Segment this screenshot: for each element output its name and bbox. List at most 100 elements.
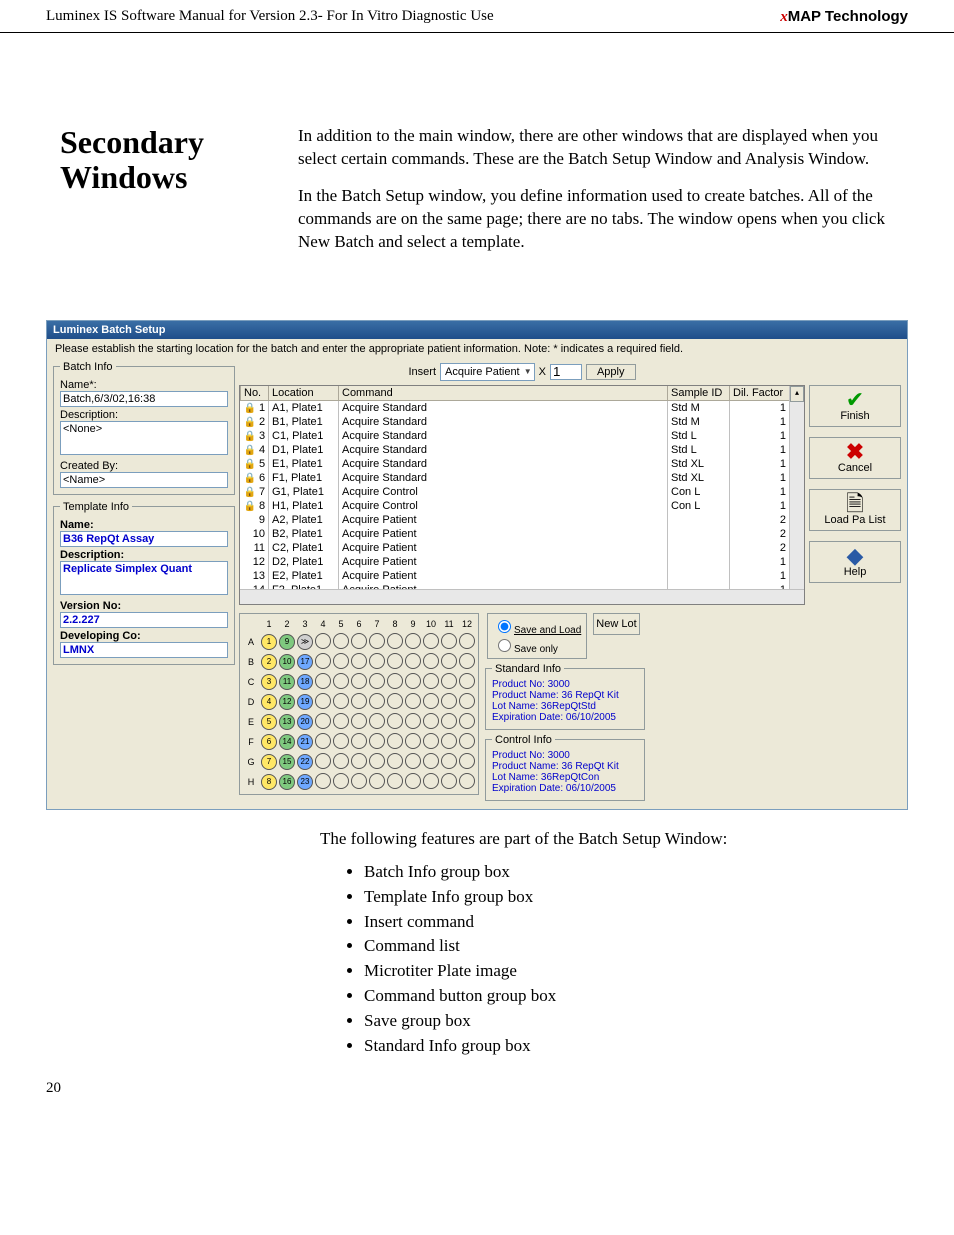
plate-well[interactable] — [369, 693, 385, 709]
plate-well[interactable] — [333, 733, 349, 749]
plate-well[interactable] — [387, 653, 403, 669]
plate-well[interactable] — [459, 633, 475, 649]
tmpl-version-field[interactable] — [60, 612, 228, 628]
plate-well[interactable]: 5 — [261, 714, 277, 730]
table-row[interactable]: 🔒 6F1, Plate1Acquire StandardStd XL1 — [241, 471, 790, 485]
plate-well[interactable] — [333, 773, 349, 789]
plate-well[interactable] — [315, 693, 331, 709]
plate-well[interactable] — [387, 633, 403, 649]
plate-well[interactable] — [405, 733, 421, 749]
table-row[interactable]: 10B2, Plate1Acquire Patient2 — [241, 527, 790, 541]
save-only-radio[interactable]: Save only — [493, 636, 581, 655]
plate-well[interactable] — [423, 633, 439, 649]
plate-well[interactable] — [441, 673, 457, 689]
plate-well[interactable] — [459, 733, 475, 749]
plate-well[interactable]: 17 — [297, 654, 313, 670]
new-lot-button[interactable]: New Lot — [593, 613, 639, 635]
plate-well[interactable]: 12 — [279, 694, 295, 710]
vertical-scrollbar[interactable]: ▴ — [789, 386, 804, 590]
plate-well[interactable] — [441, 713, 457, 729]
plate-well[interactable]: 1 — [261, 634, 277, 650]
plate-well[interactable] — [333, 653, 349, 669]
plate-well[interactable] — [315, 653, 331, 669]
plate-well[interactable] — [369, 713, 385, 729]
plate-well[interactable] — [351, 673, 367, 689]
plate-well[interactable] — [351, 653, 367, 669]
plate-well[interactable] — [333, 633, 349, 649]
plate-well[interactable] — [387, 673, 403, 689]
plate-well[interactable] — [459, 653, 475, 669]
plate-well[interactable] — [423, 713, 439, 729]
plate-well[interactable] — [351, 633, 367, 649]
tmpl-devco-field[interactable] — [60, 642, 228, 658]
table-row[interactable]: 🔒 2B1, Plate1Acquire StandardStd M1 — [241, 415, 790, 429]
plate-well[interactable] — [315, 713, 331, 729]
cancel-button[interactable]: ✖ Cancel — [809, 437, 901, 479]
plate-well[interactable] — [405, 653, 421, 669]
plate-well[interactable] — [423, 773, 439, 789]
plate-well[interactable] — [369, 673, 385, 689]
plate-well[interactable] — [333, 713, 349, 729]
tmpl-desc-field[interactable]: Replicate Simplex Quant — [60, 561, 228, 595]
plate-well[interactable]: ≫ — [297, 634, 313, 650]
plate-well[interactable] — [405, 773, 421, 789]
plate-well[interactable] — [441, 753, 457, 769]
plate-well[interactable]: 7 — [261, 754, 277, 770]
plate-well[interactable] — [459, 673, 475, 689]
plate-well[interactable] — [315, 673, 331, 689]
plate-well[interactable] — [423, 753, 439, 769]
plate-well[interactable]: 4 — [261, 694, 277, 710]
plate-well[interactable] — [459, 753, 475, 769]
plate-well[interactable]: 18 — [297, 674, 313, 690]
plate-well[interactable] — [441, 693, 457, 709]
plate-well[interactable]: 21 — [297, 734, 313, 750]
table-row[interactable]: 🔒 4D1, Plate1Acquire StandardStd L1 — [241, 443, 790, 457]
apply-button[interactable]: Apply — [586, 364, 636, 380]
createdby-field[interactable] — [60, 472, 228, 488]
plate-well[interactable] — [441, 633, 457, 649]
window-titlebar[interactable]: Luminex Batch Setup — [47, 321, 907, 339]
table-row[interactable]: 🔒 8H1, Plate1Acquire ControlCon L1 — [241, 499, 790, 513]
finish-button[interactable]: ✔ Finish — [809, 385, 901, 427]
microtiter-plate[interactable]: 123456789101112A19≫B21017C31118D41219E51… — [239, 613, 479, 795]
plate-well[interactable] — [423, 673, 439, 689]
plate-well[interactable]: 15 — [279, 754, 295, 770]
load-pa-list-button[interactable]: 🗎 Load Pa List — [809, 489, 901, 531]
plate-well[interactable] — [423, 693, 439, 709]
plate-well[interactable] — [369, 653, 385, 669]
plate-well[interactable] — [351, 733, 367, 749]
plate-well[interactable] — [459, 693, 475, 709]
desc-field[interactable]: <None> — [60, 421, 228, 455]
plate-well[interactable]: 13 — [279, 714, 295, 730]
plate-well[interactable] — [423, 653, 439, 669]
plate-well[interactable]: 2 — [261, 654, 277, 670]
plate-well[interactable] — [369, 633, 385, 649]
command-list-grid[interactable]: No. Location Command Sample ID Dil. Fact… — [239, 385, 805, 605]
plate-well[interactable] — [405, 693, 421, 709]
plate-well[interactable] — [459, 773, 475, 789]
plate-well[interactable] — [369, 773, 385, 789]
plate-well[interactable] — [441, 733, 457, 749]
table-row[interactable]: 🔒 1A1, Plate1Acquire StandardStd M1 — [241, 400, 790, 415]
plate-well[interactable]: 8 — [261, 774, 277, 790]
plate-well[interactable] — [315, 773, 331, 789]
insert-combo[interactable]: Acquire Patient — [440, 363, 535, 381]
table-row[interactable]: 13E2, Plate1Acquire Patient1 — [241, 569, 790, 583]
plate-well[interactable]: 3 — [261, 674, 277, 690]
x-field[interactable] — [550, 364, 582, 380]
plate-well[interactable]: 14 — [279, 734, 295, 750]
col-dil[interactable]: Dil. Factor — [730, 386, 790, 401]
plate-well[interactable] — [459, 713, 475, 729]
plate-well[interactable]: 6 — [261, 734, 277, 750]
plate-well[interactable] — [387, 773, 403, 789]
plate-well[interactable] — [405, 673, 421, 689]
plate-well[interactable] — [351, 713, 367, 729]
plate-well[interactable] — [387, 693, 403, 709]
help-button[interactable]: ◆ Help — [809, 541, 901, 583]
plate-well[interactable]: 16 — [279, 774, 295, 790]
name-field[interactable] — [60, 391, 228, 407]
table-row[interactable]: 12D2, Plate1Acquire Patient1 — [241, 555, 790, 569]
col-loc[interactable]: Location — [269, 386, 339, 401]
tmpl-name-field[interactable] — [60, 531, 228, 547]
plate-well[interactable] — [315, 633, 331, 649]
